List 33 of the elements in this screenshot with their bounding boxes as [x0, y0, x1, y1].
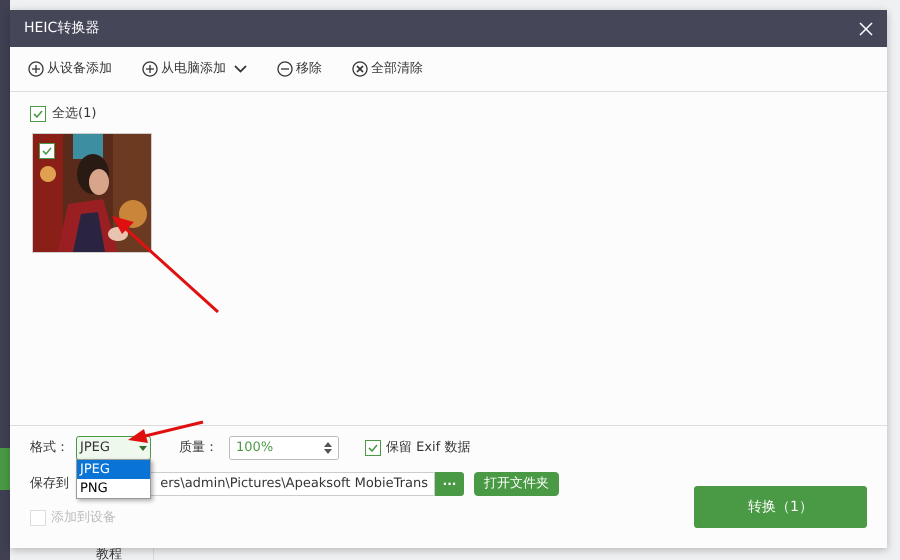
- spinner-arrows-icon: [324, 442, 332, 454]
- select-all-checkbox[interactable]: [30, 106, 46, 122]
- exif-checkbox[interactable]: [365, 440, 381, 456]
- quality-label: 质量：: [179, 439, 219, 458]
- add-icon: [28, 61, 44, 77]
- exif-label: 保留 Exif 数据: [386, 439, 470, 458]
- sidebar-label[interactable]: 教程: [96, 547, 122, 560]
- toolbar-button[interactable]: 从设备添加: [28, 59, 112, 79]
- browse-button[interactable]: ···: [435, 472, 464, 496]
- caret-icon: [139, 446, 147, 450]
- format-select[interactable]: JPEG: [76, 436, 151, 460]
- open-folder-button[interactable]: 打开文件夹: [474, 472, 559, 496]
- check-icon: [41, 144, 53, 156]
- select-all-label: 全选(1): [52, 105, 96, 123]
- toolbar-button[interactable]: 全部清除: [352, 59, 423, 79]
- save-to-label: 保存到: [30, 476, 69, 492]
- toolbar-button[interactable]: 从电脑添加: [142, 59, 226, 79]
- chevron-down-icon[interactable]: [234, 65, 247, 73]
- window-title: HEIC转换器: [24, 19, 100, 38]
- close-icon: [352, 61, 368, 77]
- check-icon: [32, 108, 44, 120]
- check-icon: [367, 442, 379, 454]
- format-label: 格式：: [30, 439, 70, 458]
- remove-icon: [277, 61, 293, 77]
- format-option[interactable]: JPEG: [77, 460, 150, 479]
- quality-spinbox[interactable]: 100%: [229, 436, 339, 460]
- photo-checkbox[interactable]: [39, 142, 55, 158]
- convert-button[interactable]: 转换（1）: [694, 486, 867, 528]
- add-icon: [142, 61, 158, 77]
- format-option[interactable]: PNG: [77, 479, 150, 498]
- add-to-device-label: 添加到设备: [51, 509, 116, 527]
- toolbar-button[interactable]: 移除: [277, 59, 322, 79]
- close-icon[interactable]: [859, 22, 873, 36]
